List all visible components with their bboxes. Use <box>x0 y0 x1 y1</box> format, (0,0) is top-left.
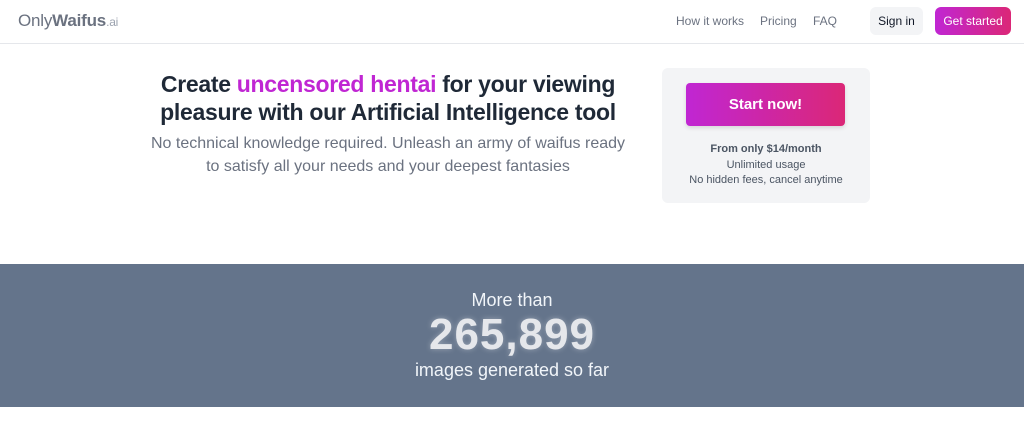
get-started-button[interactable]: Get started <box>935 7 1011 35</box>
hero-title-lead: Create <box>160 71 237 97</box>
stats-suffix: images generated so far <box>414 360 610 380</box>
nav-link-faq[interactable]: FAQ <box>813 14 837 28</box>
stats-banner: More than 265,899 images generated so fa… <box>0 264 1024 407</box>
cta-card: Start now! From only $14/month Unlimited… <box>662 68 870 203</box>
hero-title: Create uncensored hentai for your viewin… <box>150 70 626 126</box>
hero-subtitle: No technical knowledge required. Unleash… <box>150 135 626 175</box>
nav-link-how-it-works[interactable]: How it works <box>676 14 744 28</box>
logo-text-waifus: Waifus <box>52 11 107 30</box>
logo-text-only: Only <box>18 11 53 30</box>
sign-in-button[interactable]: Sign in <box>870 7 923 35</box>
usage-text: Unlimited usage <box>726 159 806 171</box>
site-logo[interactable]: OnlyWaifus.ai <box>18 11 118 31</box>
price-text: From only $14/month <box>710 143 822 155</box>
logo-text-domain: .ai <box>106 15 119 29</box>
fees-text: No hidden fees, cancel anytime <box>689 174 843 186</box>
start-now-button[interactable]: Start now! <box>686 83 845 126</box>
hero-title-accent: uncensored hentai <box>236 71 437 97</box>
nav-link-pricing[interactable]: Pricing <box>760 14 797 28</box>
site-header: OnlyWaifus.ai How it works Pricing FAQ S… <box>0 0 1024 44</box>
stats-prefix: More than <box>471 290 553 310</box>
images-count: 265,899 <box>428 310 596 359</box>
